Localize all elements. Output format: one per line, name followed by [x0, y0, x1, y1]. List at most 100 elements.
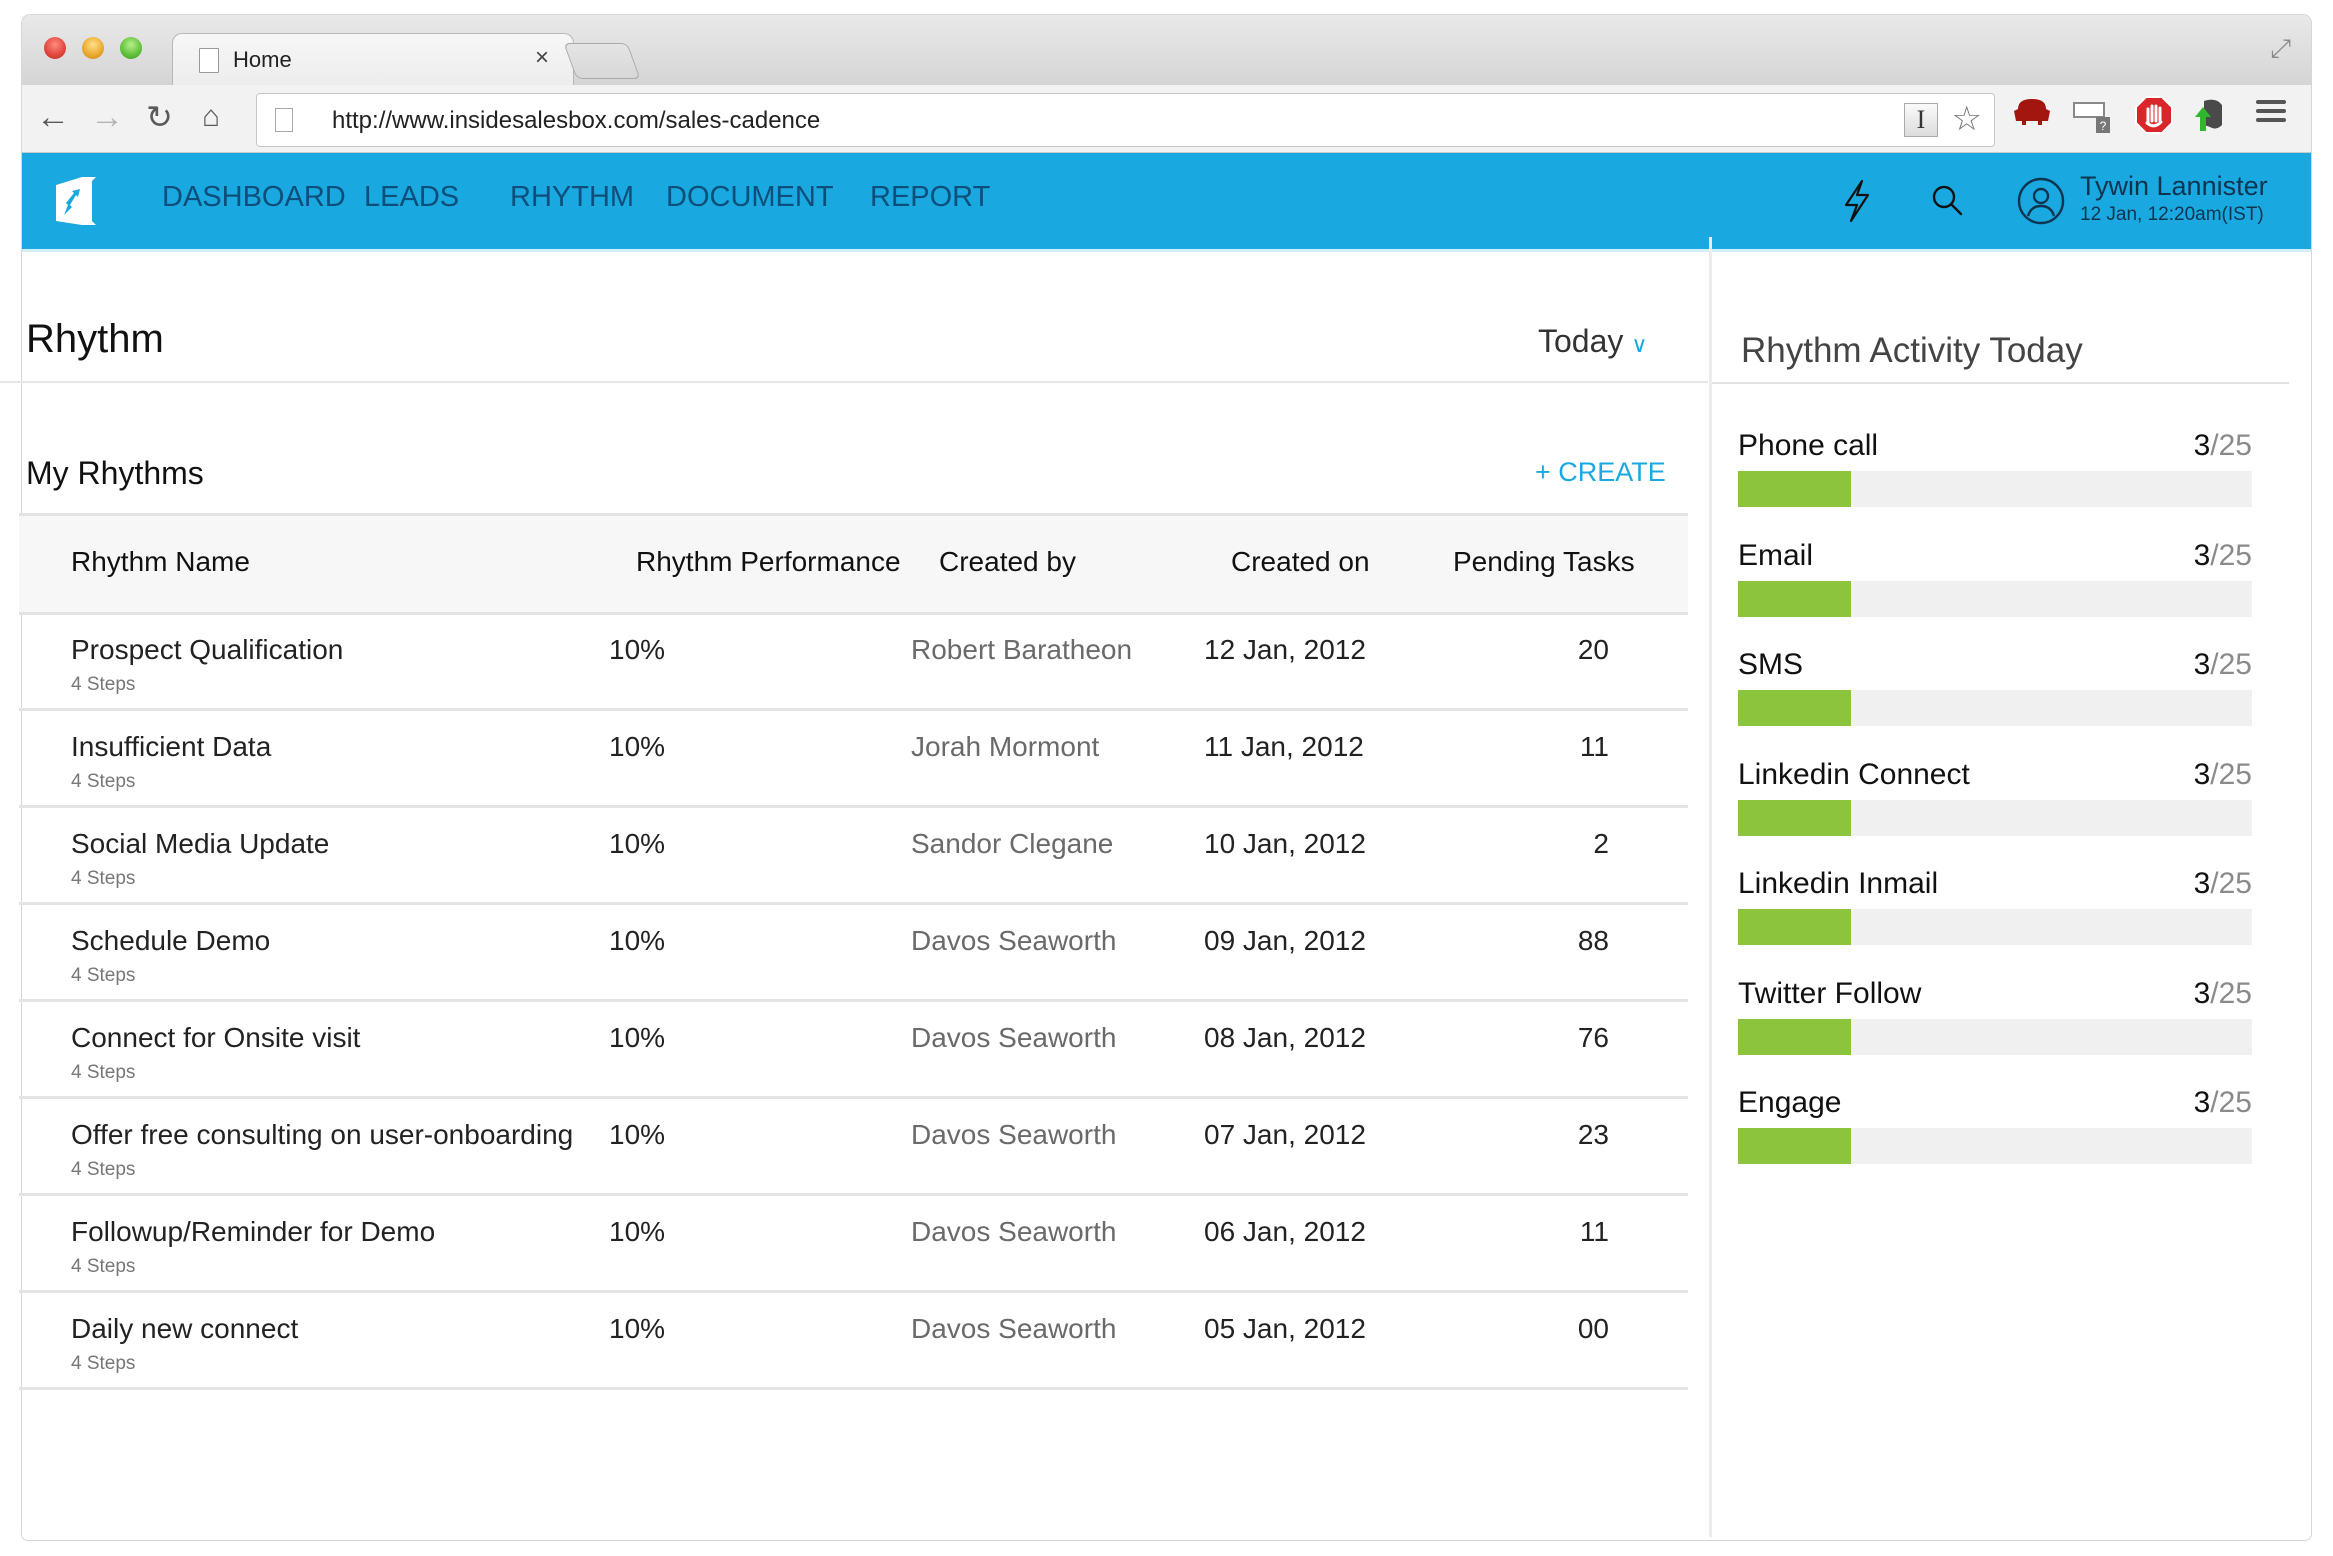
menu-icon[interactable]: [2254, 95, 2288, 135]
column-header-performance[interactable]: Rhythm Performance: [636, 546, 901, 578]
rhythm-steps: 4 Steps: [71, 868, 136, 889]
column-header-pending-tasks[interactable]: Pending Tasks: [1453, 546, 1635, 578]
activity-panel-title: Rhythm Activity Today: [1741, 331, 2083, 370]
activity-label: Phone call: [1738, 429, 1879, 462]
rhythm-name[interactable]: Connect for Onsite visit: [71, 1022, 360, 1054]
bookmark-star-icon[interactable]: ☆: [1952, 99, 1982, 139]
rhythm-name[interactable]: Followup/Reminder for Demo: [71, 1216, 435, 1248]
created-by: Davos Seaworth: [911, 1119, 1117, 1150]
user-name[interactable]: Tywin Lannister: [2080, 171, 2268, 202]
forward-arrow-icon[interactable]: →: [90, 99, 124, 135]
rhythm-steps: 4 Steps: [71, 1353, 136, 1374]
new-tab-button[interactable]: [563, 43, 641, 79]
rhythm-name[interactable]: Offer free consulting on user-onboarding: [71, 1119, 573, 1151]
search-icon[interactable]: [1930, 183, 1964, 217]
column-header-rhythm-name[interactable]: Rhythm Name: [71, 546, 250, 578]
activity-done: 3: [2193, 648, 2211, 681]
nav-dashboard[interactable]: DASHBOARD: [162, 181, 346, 214]
insidesalesbox-logo[interactable]: [52, 175, 100, 227]
activity-done: 3: [2193, 867, 2211, 900]
activity-total: /25: [2210, 757, 2252, 791]
activity-done: 3: [2193, 1086, 2211, 1119]
create-rhythm-button[interactable]: + CREATE: [1535, 457, 1666, 488]
rhythm-steps: 4 Steps: [71, 771, 136, 792]
activity-done: 3: [2193, 757, 2211, 791]
browser-toolbar: ← → ↻ ⌂ I ☆ ?: [22, 85, 2311, 153]
activity-item: Email 3/25: [1738, 539, 2252, 627]
rhythm-name[interactable]: Insufficient Data: [71, 731, 271, 763]
activity-label: Email: [1738, 538, 1814, 572]
reload-icon[interactable]: ↻: [146, 99, 173, 135]
minimize-window-button[interactable]: [82, 37, 104, 59]
zoom-window-button[interactable]: [120, 37, 142, 59]
evernote-icon[interactable]: [2190, 95, 2230, 144]
table-row[interactable]: Schedule Demo 10% Davos Seaworth 09 Jan, 20…: [19, 903, 1688, 1002]
resize-window-icon[interactable]: ?: [2072, 95, 2118, 146]
column-header-created-by[interactable]: Created by: [939, 546, 1076, 578]
created-by: Jorah Mormont: [911, 731, 1100, 762]
rhythm-steps: 4 Steps: [71, 965, 136, 986]
table-row[interactable]: Followup/Reminder for Demo 10% Davos Seawo…: [19, 1194, 1688, 1293]
activity-count: 3/25: [2194, 429, 2252, 463]
nav-rhythm[interactable]: RHYTHM: [510, 181, 634, 214]
nav-report[interactable]: REPORT: [870, 181, 990, 214]
date-range-value: Today: [1538, 323, 1624, 359]
table-row[interactable]: Daily new connect 10% Davos Seaworth 05 Jan…: [19, 1291, 1688, 1390]
activity-count: 3/25: [2194, 648, 2252, 682]
activity-progress-track: [1738, 1128, 2252, 1164]
pending-tasks: 11: [1579, 1216, 1609, 1247]
address-bar[interactable]: I ☆: [256, 93, 1995, 147]
browser-tab[interactable]: Home ×: [172, 33, 574, 87]
rhythm-name[interactable]: Social Media Update: [71, 828, 329, 860]
chevron-down-icon: ∨: [1631, 332, 1648, 357]
table-row[interactable]: Insufficient Data 10% Jorah Mormont 11 Jan,…: [19, 709, 1688, 808]
activity-progress-fill: [1738, 909, 1852, 945]
close-tab-icon[interactable]: ×: [535, 44, 549, 72]
activity-total: /25: [2210, 1086, 2252, 1119]
rhythm-name[interactable]: Schedule Demo: [71, 925, 270, 957]
table-row[interactable]: Prospect Qualification 10% Robert Baratheo…: [19, 612, 1688, 711]
activity-count: 3/25: [2194, 977, 2252, 1011]
date-range-dropdown[interactable]: Today ∨: [1538, 323, 1648, 360]
rhythm-name[interactable]: Prospect Qualification: [71, 634, 343, 666]
close-window-button[interactable]: [44, 37, 66, 59]
nav-leads[interactable]: LEADS: [364, 181, 459, 214]
table-row[interactable]: Offer free consulting on user-onboarding…: [19, 1097, 1688, 1196]
title-divider: [0, 381, 1708, 383]
table-row[interactable]: Connect for Onsite visit 10% Davos Seawort…: [19, 1000, 1688, 1099]
user-datetime: 12 Jan, 12:20am(IST): [2080, 204, 2264, 225]
activity-item: Linkedin Connect 3/25: [1738, 758, 2252, 846]
home-icon[interactable]: ⌂: [202, 99, 220, 135]
activity-title-divider: [1712, 382, 2289, 384]
user-avatar-icon[interactable]: [2017, 177, 2065, 225]
rhythm-steps: 4 Steps: [71, 1256, 136, 1277]
activity-item: Engage 3/25: [1738, 1086, 2252, 1174]
table-header: Rhythm Name Rhythm Performance Created b…: [19, 513, 1688, 615]
pending-tasks: 2: [1593, 828, 1609, 859]
activity-label: Engage: [1738, 1086, 1842, 1119]
lightning-bolt-icon[interactable]: [1842, 179, 1872, 223]
created-by: Sandor Clegane: [911, 828, 1114, 859]
activity-total: /25: [2210, 867, 2252, 900]
created-on: 08 Jan, 2012: [1204, 1022, 1366, 1053]
back-arrow-icon[interactable]: ←: [36, 99, 70, 135]
url-input[interactable]: [330, 106, 1834, 136]
rhythm-performance: 10%: [609, 1022, 666, 1053]
tab-strip: Home × ⤢: [22, 15, 2311, 87]
rhythm-name[interactable]: Daily new connect: [71, 1313, 298, 1345]
nav-document[interactable]: DOCUMENT: [666, 181, 834, 214]
created-by: Davos Seaworth: [911, 1022, 1117, 1053]
fullscreen-icon[interactable]: ⤢: [2270, 33, 2291, 65]
activity-progress-track: [1738, 580, 2252, 617]
activity-progress-track: [1738, 471, 2252, 507]
activity-total: /25: [2210, 538, 2252, 572]
created-by: Robert Baratheon: [911, 634, 1133, 665]
instapaper-icon[interactable]: I: [1904, 103, 1938, 137]
column-header-created-on[interactable]: Created on: [1231, 546, 1370, 578]
adblock-icon[interactable]: [2134, 95, 2174, 144]
rhythm-performance: 10%: [609, 731, 666, 762]
rhythm-steps: 4 Steps: [71, 1159, 136, 1180]
main-panel: Rhythm Today ∨ My Rhythms + CREATE Rhythm…: [0, 237, 1708, 1537]
table-row[interactable]: Social Media Update 10% Sandor Clegane 10 J…: [19, 806, 1688, 905]
readability-icon[interactable]: [2012, 95, 2052, 138]
